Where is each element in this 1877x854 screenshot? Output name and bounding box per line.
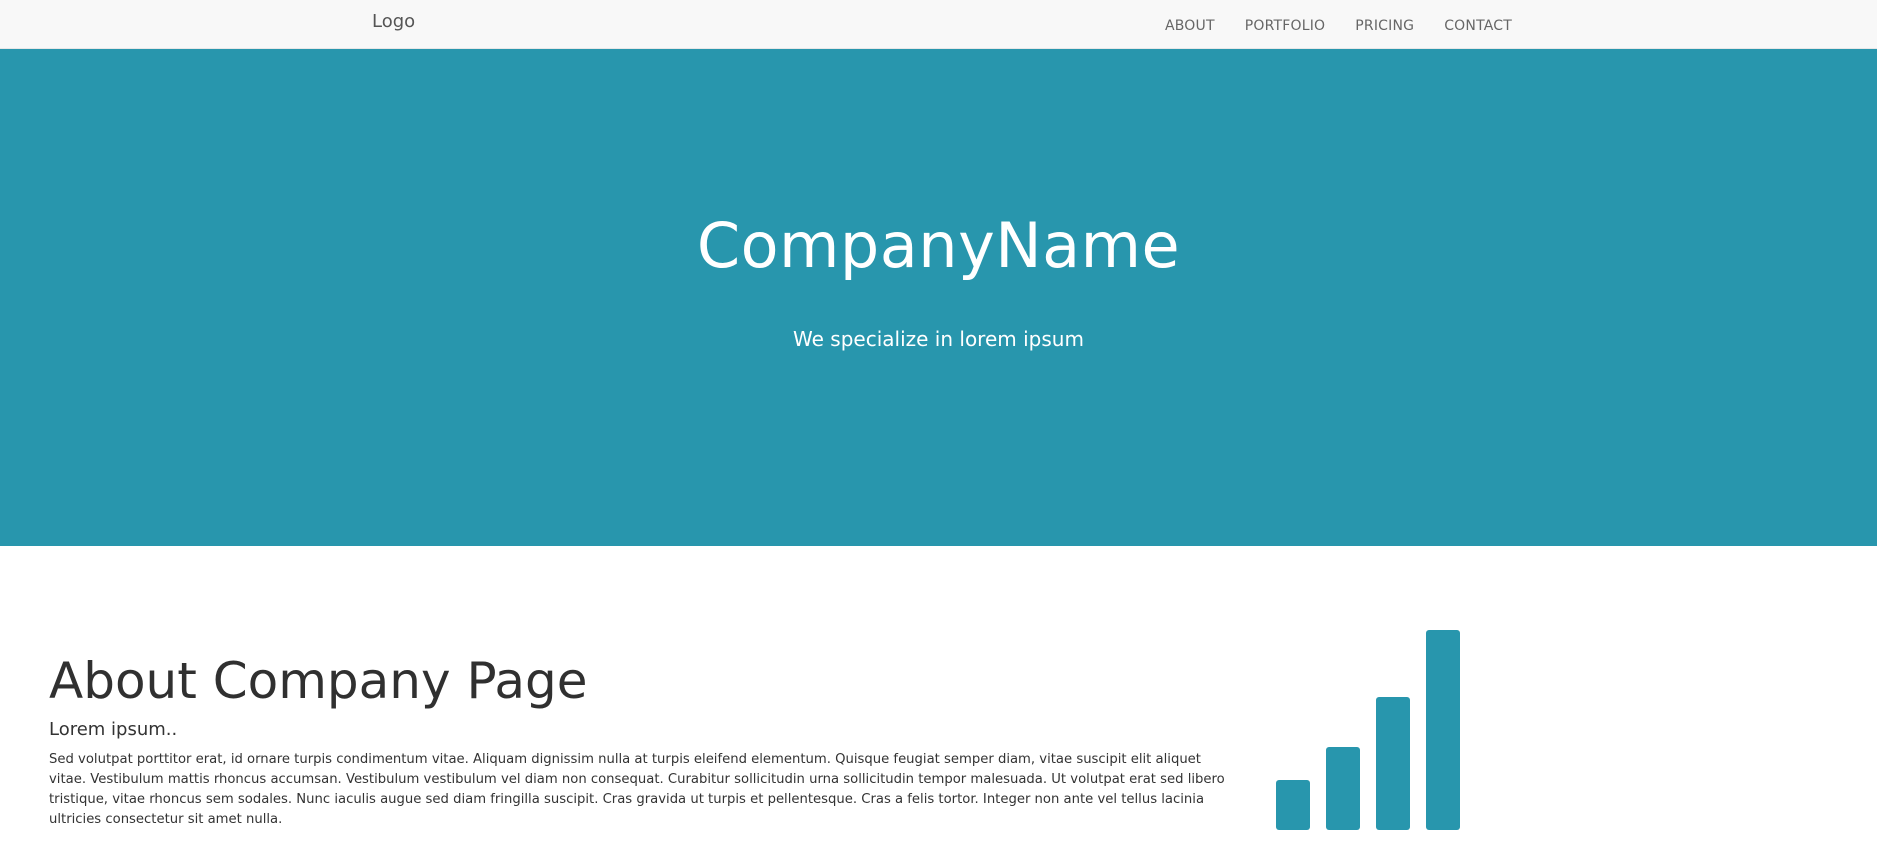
nav-link-pricing[interactable]: PRICING xyxy=(1355,18,1414,34)
hero-title: CompanyName xyxy=(696,209,1181,282)
about-section: About Company Page Lorem ipsum.. Sed vol… xyxy=(0,546,1877,854)
brand-logo-link[interactable]: Logo xyxy=(372,11,415,32)
nav-item-pricing: PRICING xyxy=(1355,15,1414,34)
about-lead: Lorem ipsum.. xyxy=(49,719,178,740)
signal-bar-3 xyxy=(1376,697,1410,830)
nav-item-about: ABOUT xyxy=(1165,15,1215,34)
nav-link-portfolio[interactable]: PORTFOLIO xyxy=(1245,18,1326,34)
nav-item-contact: CONTACT xyxy=(1444,15,1512,34)
about-text-block: About Company Page Lorem ipsum.. Sed vol… xyxy=(49,654,1229,830)
nav-link-contact[interactable]: CONTACT xyxy=(1444,18,1512,34)
signal-icon xyxy=(1276,630,1460,830)
hero-section: CompanyName We specialize in lorem ipsum xyxy=(0,49,1877,546)
about-body: Sed volutpat porttitor erat, id ornare t… xyxy=(49,752,1225,827)
navbar: Logo ABOUT PORTFOLIO PRICING CONTACT xyxy=(0,0,1877,49)
signal-bar-2 xyxy=(1326,747,1360,830)
nav-link-about[interactable]: ABOUT xyxy=(1165,18,1215,34)
signal-bar-1 xyxy=(1276,780,1310,830)
hero-subtitle: We specialize in lorem ipsum xyxy=(793,327,1084,351)
nav-menu: ABOUT PORTFOLIO PRICING CONTACT xyxy=(1165,0,1512,49)
about-title: About Company Page xyxy=(49,652,588,710)
nav-item-portfolio: PORTFOLIO xyxy=(1245,15,1326,34)
signal-bar-4 xyxy=(1426,630,1460,830)
